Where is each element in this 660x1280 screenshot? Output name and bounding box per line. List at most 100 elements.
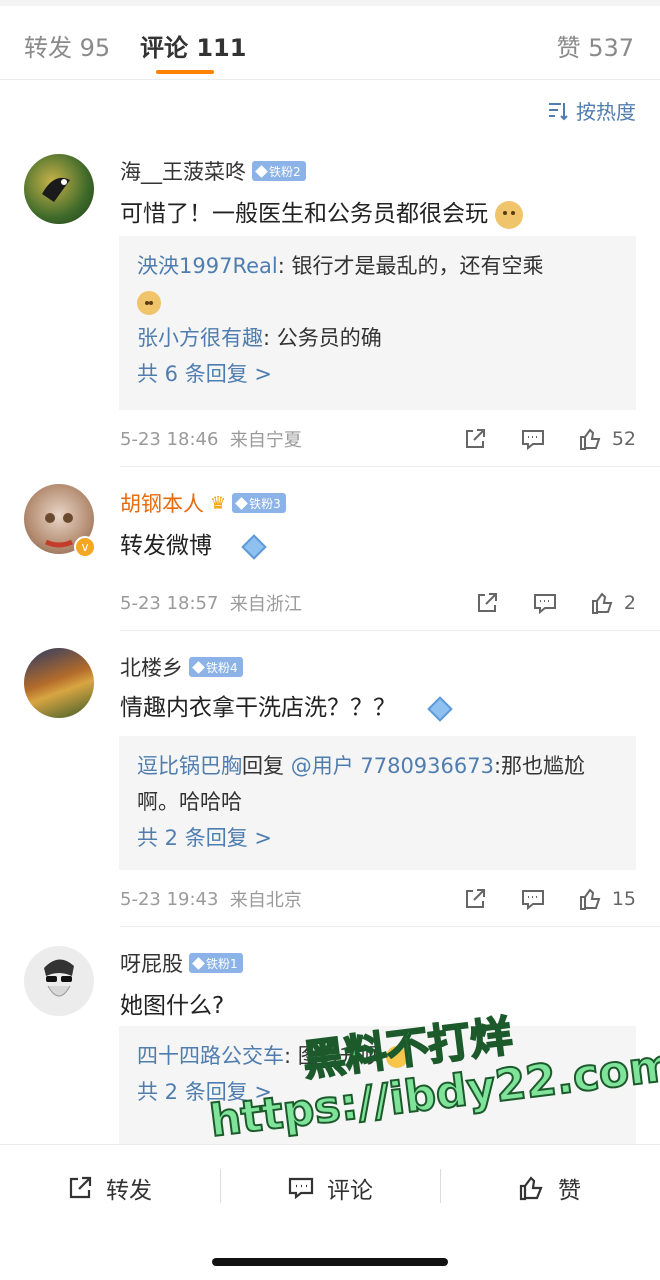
fan-badge: 铁粉3 — [232, 493, 286, 513]
username[interactable]: 呀屁股 铁粉1 — [120, 948, 243, 978]
like-count: 15 — [611, 888, 636, 910]
badge-text: 铁粉2 — [269, 164, 301, 179]
username-text: 北楼乡 — [120, 656, 183, 680]
comment-text: 可惜了！一般医生和公务员都很会玩 — [120, 194, 524, 229]
more-replies-link[interactable]: 共 6 条回复 > — [137, 356, 618, 392]
tab-comments[interactable]: 评论 111 — [140, 28, 246, 63]
reply-box[interactable]: 泱泱1997Real: 银行才是最乱的，还有空乘 张小方很有趣: 公务员的确 共… — [119, 236, 636, 410]
repost-button[interactable]: 转发 — [66, 1171, 152, 1205]
comment-content: 情趣内衣拿干洗店洗？？？ — [120, 695, 396, 721]
comment-text: 情趣内衣拿干洗店洗？？？ — [120, 688, 454, 722]
comment-meta: 5-23 18:46 来自宁夏 52 — [120, 426, 636, 452]
like-button[interactable]: 2 — [590, 590, 636, 616]
share-icon — [465, 889, 485, 908]
reply-line[interactable]: 四十四路公交车: 图晋升呗 — [137, 1038, 618, 1074]
reply-author[interactable]: 张小方很有趣 — [137, 326, 263, 350]
reply-author[interactable]: 逗比锅巴胸 — [137, 754, 242, 778]
separator — [220, 1169, 221, 1203]
thumbs-up-icon — [519, 1176, 543, 1201]
sort-icon — [549, 102, 568, 120]
reply-text: : 图晋升呗 — [284, 1044, 382, 1068]
separator — [440, 1169, 441, 1203]
reply-mention[interactable]: @用户 7780936673 — [291, 754, 494, 778]
laugh-emoji-icon — [385, 1046, 408, 1068]
diamond-icon — [235, 496, 249, 510]
comment-label: 评论 — [327, 1178, 373, 1204]
like-button[interactable]: 52 — [578, 426, 636, 452]
active-tab-indicator — [156, 70, 214, 74]
diamond-icon — [255, 164, 268, 178]
timestamp: 5-23 19:43 — [120, 888, 219, 910]
reply-author[interactable]: 泱泱1997Real — [137, 254, 278, 278]
avatar[interactable] — [24, 946, 94, 1016]
reply-line[interactable]: 泱泱1997Real: 银行才是最乱的，还有空乘 — [137, 248, 618, 284]
reply-line[interactable]: 张小方很有趣: 公务员的确 — [137, 320, 618, 356]
share-icon — [477, 593, 497, 612]
share-icon — [69, 1176, 92, 1199]
badge-text: 铁粉1 — [206, 956, 238, 971]
like-count: 2 — [623, 592, 636, 614]
thumbs-up-icon — [579, 428, 601, 450]
timestamp: 5-23 18:57 — [120, 592, 219, 614]
username[interactable]: 海__王菠菜咚 铁粉2 — [120, 156, 306, 186]
home-indicator — [212, 1258, 448, 1266]
fan-badge: 铁粉4 — [189, 657, 243, 677]
badge-text: 铁粉4 — [206, 660, 238, 675]
reply-line[interactable]: 逗比锅巴胸回复 @用户 7780936673:那也尴尬啊。哈哈哈 — [137, 748, 618, 820]
bottom-action-bar: 转发 评论 赞 — [0, 1144, 660, 1280]
comment-icon — [521, 890, 544, 911]
person-avatar-icon — [44, 959, 74, 997]
divider — [120, 466, 660, 467]
tab-bar: 转发 95 评论 111 赞 537 — [0, 6, 660, 80]
reply-text: : 公务员的确 — [263, 326, 382, 350]
doge-emoji-icon — [495, 200, 524, 229]
like-button[interactable]: 15 — [578, 886, 636, 912]
share-button[interactable] — [462, 886, 488, 912]
comment-meta: 5-23 18:57 来自浙江 2 — [120, 590, 636, 616]
username-text: 呀屁股 — [120, 952, 183, 976]
comment-content: 转发微博 — [120, 533, 212, 559]
comment-content: 她图什么? — [120, 993, 225, 1019]
share-button[interactable] — [474, 590, 500, 616]
reply-box[interactable]: 四十四路公交车: 图晋升呗 共 2 条回复 > — [119, 1026, 636, 1146]
timestamp: 5-23 18:46 — [120, 428, 219, 450]
doge-emoji-icon — [137, 291, 161, 315]
reply-button[interactable] — [520, 426, 546, 452]
fan-badge: 铁粉1 — [189, 953, 243, 973]
username[interactable]: 胡钢本人 ♛ 铁粉3 — [120, 488, 286, 518]
share-icon — [465, 429, 485, 448]
tab-repost[interactable]: 转发 95 — [24, 28, 110, 63]
reply-box[interactable]: 逗比锅巴胸回复 @用户 7780936673:那也尴尬啊。哈哈哈 共 2 条回复… — [119, 736, 636, 870]
username[interactable]: 北楼乡 铁粉4 — [120, 652, 243, 682]
location: 来自宁夏 — [229, 430, 302, 451]
reply-button[interactable] — [532, 590, 558, 616]
toucan-avatar-icon — [42, 177, 70, 202]
username-text: 海__王菠菜咚 — [120, 160, 246, 184]
sort-label: 按热度 — [576, 100, 636, 124]
tab-likes[interactable]: 赞 537 — [557, 28, 634, 63]
share-button[interactable] — [462, 426, 488, 452]
avatar[interactable] — [24, 154, 94, 224]
divider — [120, 926, 660, 927]
divider — [120, 630, 660, 631]
thumbs-up-icon — [579, 888, 601, 910]
sort-button[interactable]: 按热度 — [546, 96, 636, 125]
comment-icon — [521, 430, 544, 451]
comment-icon — [533, 594, 556, 615]
comment-meta: 5-23 19:43 来自北京 15 — [120, 886, 636, 912]
reply-button[interactable] — [520, 886, 546, 912]
comment-icon — [288, 1177, 314, 1200]
avatar[interactable] — [24, 648, 94, 718]
comment-content: 可惜了！一般医生和公务员都很会玩 — [120, 201, 488, 227]
more-replies-link[interactable]: 共 2 条回复 > — [137, 1074, 618, 1110]
comment-text: 她图什么? — [120, 986, 224, 1020]
verified-badge-icon: v — [74, 536, 96, 558]
reply-text: : 银行才是最乱的，还有空乘 — [277, 254, 544, 278]
like-button[interactable]: 赞 — [518, 1171, 581, 1205]
fan-badge: 铁粉2 — [252, 161, 306, 181]
reply-author[interactable]: 四十四路公交车 — [137, 1044, 284, 1068]
more-replies-link[interactable]: 共 2 条回复 > — [137, 820, 618, 856]
comment-button[interactable]: 评论 — [287, 1171, 373, 1205]
thumbs-up-icon — [591, 592, 613, 614]
location: 来自浙江 — [229, 594, 302, 615]
